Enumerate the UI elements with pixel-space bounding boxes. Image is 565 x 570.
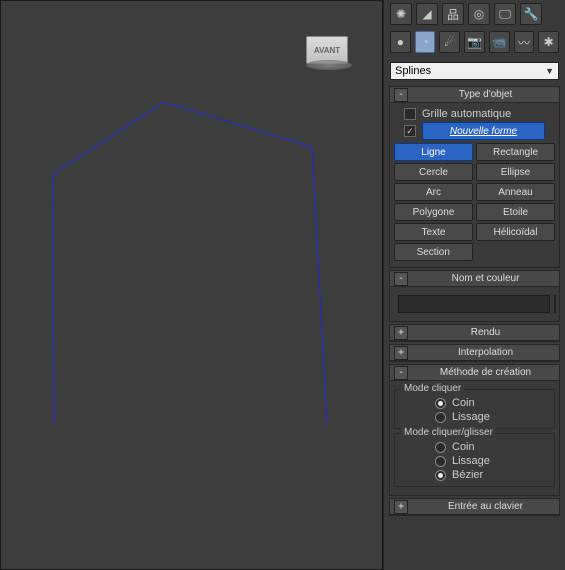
new-shape-button[interactable]: Nouvelle forme bbox=[422, 122, 545, 140]
display-tab-icon[interactable]: 🖵 bbox=[494, 3, 516, 25]
shape-arc-button[interactable]: Arc bbox=[394, 183, 473, 201]
shape-ellipse-button[interactable]: Ellipse bbox=[476, 163, 555, 181]
click-mode-label: Mode cliquer bbox=[401, 383, 464, 394]
spline-path bbox=[53, 102, 327, 425]
object-name-input[interactable] bbox=[398, 295, 550, 313]
drag-mode-group: Mode cliquer/glisser Coin Lissage Bézier bbox=[394, 433, 555, 487]
collapse-icon: - bbox=[394, 272, 408, 286]
shape-text-button[interactable]: Texte bbox=[394, 223, 473, 241]
click-smooth-radio[interactable] bbox=[435, 412, 446, 423]
create-tab-icon[interactable]: ✺ bbox=[390, 3, 412, 25]
rollup-render: + Rendu bbox=[389, 324, 560, 342]
drag-mode-label: Mode cliquer/glisser bbox=[401, 427, 496, 438]
shape-rectangle-button[interactable]: Rectangle bbox=[476, 143, 555, 161]
rollup-interpolation: + Interpolation bbox=[389, 344, 560, 362]
rollup-header-creation[interactable]: - Méthode de création bbox=[390, 365, 559, 381]
rollup-object-type: - Type d'objet Grille automatique ✓ Nouv… bbox=[389, 86, 560, 268]
shape-star-button[interactable]: Etoile bbox=[476, 203, 555, 221]
geometry-icon[interactable]: ● bbox=[390, 31, 411, 53]
expand-icon: + bbox=[394, 346, 408, 360]
color-swatch[interactable] bbox=[554, 295, 556, 313]
new-shape-checkbox[interactable]: ✓ bbox=[404, 125, 416, 137]
utilities-tab-icon[interactable]: 🔧 bbox=[520, 3, 542, 25]
collapse-icon: - bbox=[394, 88, 408, 102]
helpers-icon[interactable]: 📹 bbox=[489, 31, 510, 53]
rollup-header-interpolation[interactable]: + Interpolation bbox=[390, 345, 559, 361]
lights-icon[interactable]: ☄ bbox=[439, 31, 460, 53]
shape-polygon-button[interactable]: Polygone bbox=[394, 203, 473, 221]
shape-section-button[interactable]: Section bbox=[394, 243, 473, 261]
modify-tab-icon[interactable]: ◢ bbox=[416, 3, 438, 25]
view-cube[interactable]: AVANT bbox=[306, 36, 352, 74]
shape-line-button[interactable]: Ligne bbox=[394, 143, 473, 161]
cameras-icon[interactable]: 📷 bbox=[464, 31, 485, 53]
click-mode-group: Mode cliquer Coin Lissage bbox=[394, 389, 555, 429]
shape-helix-button[interactable]: Hélicoïdal bbox=[476, 223, 555, 241]
shape-ring-button[interactable]: Anneau bbox=[476, 183, 555, 201]
spline-preview bbox=[36, 96, 356, 456]
hierarchy-tab-icon[interactable]: 品 bbox=[442, 3, 464, 25]
auto-grid-label: Grille automatique bbox=[422, 108, 511, 120]
expand-icon: + bbox=[394, 500, 408, 514]
command-panel: ✺ ◢ 品 ◎ 🖵 🔧 ● ◔ ☄ 📷 📹 〰 ✱ Splines ▼ - Ty… bbox=[383, 0, 565, 570]
collapse-icon: - bbox=[394, 366, 408, 380]
auto-grid-checkbox[interactable] bbox=[404, 108, 416, 120]
create-subcategory-row: ● ◔ ☄ 📷 📹 〰 ✱ bbox=[384, 28, 565, 56]
rollup-header-name-color[interactable]: - Nom et couleur bbox=[390, 271, 559, 287]
spacewarps-icon[interactable]: 〰 bbox=[514, 31, 535, 53]
rollup-header-keyboard[interactable]: + Entrée au clavier bbox=[390, 499, 559, 515]
systems-icon[interactable]: ✱ bbox=[538, 31, 559, 53]
rollup-header-object-type[interactable]: - Type d'objet bbox=[390, 87, 559, 103]
rollup-keyboard-entry: + Entrée au clavier bbox=[389, 498, 560, 516]
shape-circle-button[interactable]: Cercle bbox=[394, 163, 473, 181]
motion-tab-icon[interactable]: ◎ bbox=[468, 3, 490, 25]
expand-icon: + bbox=[394, 326, 408, 340]
viewport[interactable]: AVANT bbox=[0, 0, 383, 570]
subcategory-combo[interactable]: Splines ▼ bbox=[390, 62, 559, 80]
drag-corner-radio[interactable] bbox=[435, 442, 446, 453]
chevron-down-icon: ▼ bbox=[545, 66, 554, 76]
view-cube-base bbox=[306, 60, 352, 70]
rollup-header-render[interactable]: + Rendu bbox=[390, 325, 559, 341]
shapes-icon[interactable]: ◔ bbox=[415, 31, 436, 53]
combo-value: Splines bbox=[395, 65, 431, 77]
panel-category-row: ✺ ◢ 品 ◎ 🖵 🔧 bbox=[384, 0, 565, 28]
drag-smooth-radio[interactable] bbox=[435, 456, 446, 467]
rollup-name-color: - Nom et couleur bbox=[389, 270, 560, 322]
rollup-creation-method: - Méthode de création Mode cliquer Coin … bbox=[389, 364, 560, 496]
click-corner-radio[interactable] bbox=[435, 398, 446, 409]
drag-bezier-radio[interactable] bbox=[435, 470, 446, 481]
